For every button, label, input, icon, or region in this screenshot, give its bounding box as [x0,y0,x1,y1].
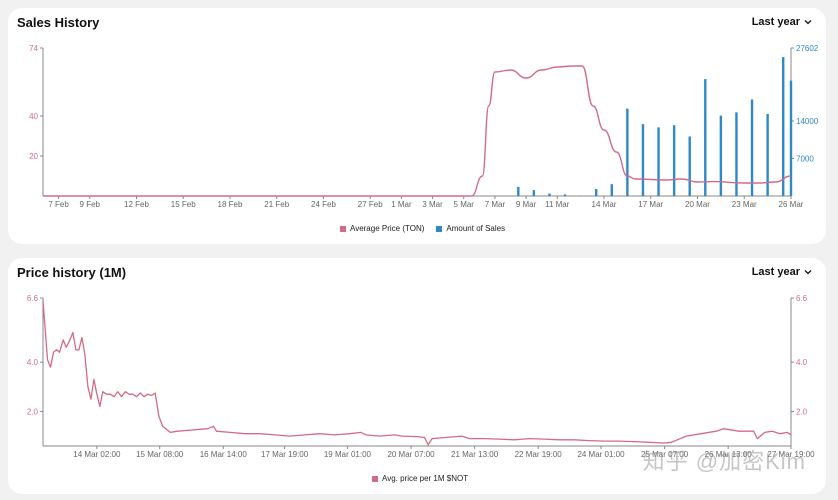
x-tick-label: 20 Mar 07:00 [387,450,435,459]
sales-bar [688,136,691,196]
x-tick-label: 21 Feb [264,200,289,209]
sales-history-card: Sales History Last year 20 40 74 7000 14000 2… [8,8,826,244]
x-tick-label: 7 Mar [485,200,506,209]
y-right-tick-label: 27602 [796,44,819,53]
sales-bar [563,194,567,196]
x-tick-label: 24 Feb [311,200,336,209]
sales-swatch-icon [436,225,443,232]
x-tick-label: 9 Mar [516,200,537,209]
x-tick-label: 5 Mar [454,200,475,209]
x-tick-label: 27 Feb [358,200,383,209]
legend-item-average-price[interactable]: Average Price (TON) [340,224,424,233]
x-tick-label: 14 Mar 02:00 [73,450,121,459]
sales-bar [548,193,551,196]
sales-bar [517,186,520,196]
x-tick-label: 14 Mar [592,200,617,209]
x-tick-label: 15 Mar 08:00 [136,450,184,459]
x-tick-label: 26 Mar [779,200,804,209]
sales-bar [766,113,769,196]
x-tick-label: 1 Mar [391,200,412,209]
x-tick-label: 23 Mar [732,200,757,209]
y-left-tick-label: 40 [29,112,38,121]
x-tick-label: 16 Mar 14:00 [200,450,248,459]
sales-bar [789,80,793,196]
x-tick-label: 19 Mar 01:00 [324,450,372,459]
legend-label: Average Price (TON) [350,224,425,233]
avg-price-line [42,300,792,446]
y-left-tick-label: 74 [29,44,38,53]
x-tick-label: 24 Mar 01:00 [577,450,625,459]
sales-bar [532,190,536,196]
y-left-tick-label: 4.0 [27,358,39,367]
sales-bar [719,115,723,196]
price-history-card: Price history (1M) Last year 2.0 2.0 4.0 4.… [8,258,826,494]
watermark: 知乎 @加密Kim [642,449,806,474]
x-tick-label: 11 Mar [545,200,570,209]
sales-bar [610,184,613,196]
sales-bar [626,108,629,196]
x-tick-label: 15 Feb [171,200,196,209]
x-tick-label: 20 Mar [685,200,710,209]
sales-bar [657,127,660,196]
x-tick-label: 21 Mar 13:00 [451,450,499,459]
sales-bar [641,124,645,196]
legend-label: Amount of Sales [446,224,506,233]
sales-bar [704,79,707,196]
x-tick-label: 22 Mar 19:00 [515,450,563,459]
sales-bar [672,125,676,196]
x-tick-label: 17 Mar 19:00 [261,450,309,459]
sales-bar [595,189,598,196]
legend-item-amount-of-sales[interactable]: Amount of Sales [436,224,505,233]
y-right-tick-label: 14000 [796,117,819,126]
y-right-tick-label: 4.0 [796,358,808,367]
sales-history-chart: 20 40 74 7000 14000 27602 7 Feb 9 Feb 12 Feb 15 F… [29,44,819,209]
sales-bar [782,57,785,196]
price-swatch-icon [340,225,346,232]
x-tick-label: 3 Mar [422,200,443,209]
x-tick-label: 18 Feb [218,200,243,209]
y-left-tick-label: 20 [29,152,38,161]
x-tick-label: 12 Feb [124,200,149,209]
sales-history-legend: Average Price (TON) Amount of Sales [340,224,505,233]
price-history-legend: Avg. price per 1M $NOT [372,474,468,483]
y-right-tick-label: 6.6 [796,294,808,303]
price-swatch-icon [372,475,378,482]
x-tick-label: 9 Feb [80,200,101,209]
sales-bar [750,99,754,196]
y-right-tick-label: 7000 [796,154,814,163]
legend-label: Avg. price per 1M $NOT [382,474,469,483]
x-tick-label: 17 Mar [638,200,663,209]
legend-item-avg-price-1m[interactable]: Avg. price per 1M $NOT [372,474,468,483]
y-left-tick-label: 2.0 [27,407,39,416]
y-left-tick-label: 6.6 [27,294,39,303]
average-price-line [43,65,792,197]
x-tick-label: 7 Feb [48,200,69,209]
y-right-tick-label: 2.0 [796,407,808,416]
